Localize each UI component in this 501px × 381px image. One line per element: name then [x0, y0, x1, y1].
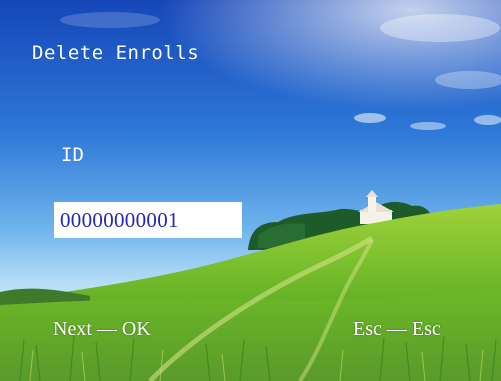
next-ok-hint: Next — OK	[53, 318, 151, 340]
esc-hint: Esc — Esc	[353, 318, 441, 340]
device-screen: Delete Enrolls ID Next — OK Esc — Esc	[0, 0, 501, 381]
id-label: ID	[61, 144, 84, 166]
id-input[interactable]	[54, 202, 242, 238]
screen-title: Delete Enrolls	[32, 42, 200, 64]
